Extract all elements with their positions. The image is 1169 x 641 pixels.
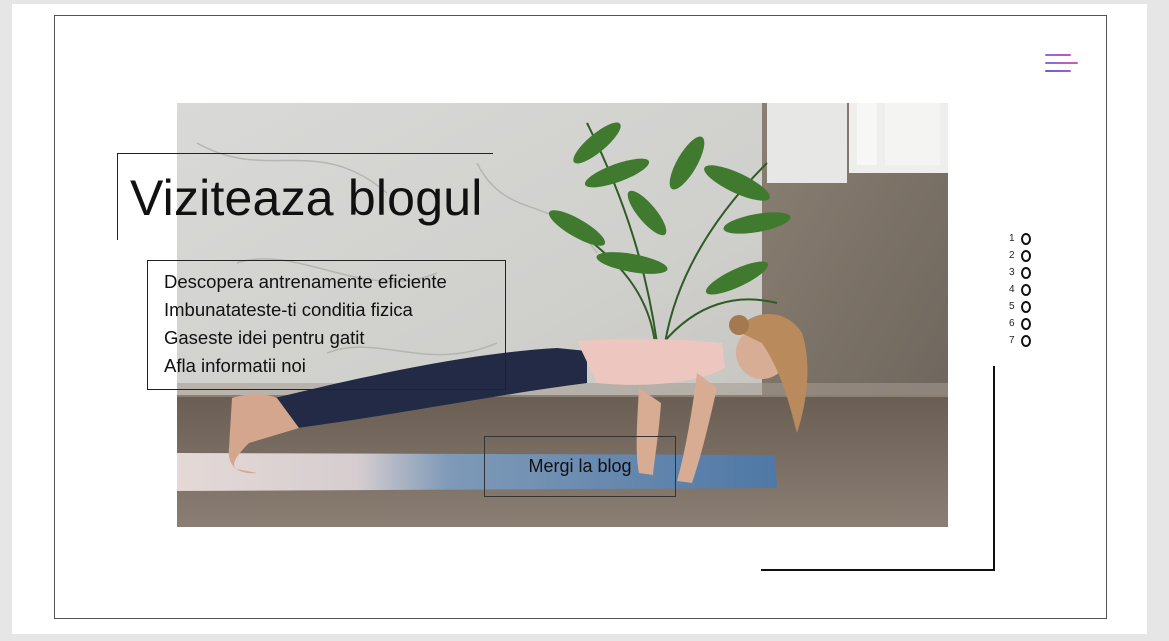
feature-item: Imbunatateste-ti conditia fizica	[164, 299, 413, 320]
pager-item-1[interactable]: 1	[1009, 230, 1039, 247]
pager-item-6[interactable]: 6	[1009, 315, 1039, 332]
pager-dot-icon	[1021, 334, 1031, 347]
feature-list: Descopera antrenamente eficiente Imbunat…	[147, 260, 506, 390]
pager-number: 3	[1009, 267, 1015, 278]
pager-item-7[interactable]: 7	[1009, 332, 1039, 349]
pager-item-2[interactable]: 2	[1009, 247, 1039, 264]
pager-number: 6	[1009, 318, 1015, 329]
slide-pager: 1 2 3 4 5 6 7	[1009, 230, 1039, 349]
pager-dot-icon	[1021, 232, 1031, 245]
feature-item: Afla informatii noi	[164, 355, 306, 376]
decorative-corner-line	[761, 569, 995, 571]
pager-number: 5	[1009, 301, 1015, 312]
go-to-blog-button[interactable]: Mergi la blog	[484, 436, 676, 497]
page-title: Viziteaza blogul	[130, 170, 483, 226]
pager-dot-icon	[1021, 317, 1031, 330]
pager-number: 7	[1009, 335, 1015, 346]
hamburger-menu-icon[interactable]	[1045, 54, 1079, 74]
pager-dot-icon	[1021, 249, 1031, 262]
page: Viziteaza blogul Descopera antrenamente …	[12, 4, 1147, 634]
pager-number: 1	[1009, 233, 1015, 244]
feature-item: Gaseste idei pentru gatit	[164, 327, 365, 348]
pager-item-5[interactable]: 5	[1009, 298, 1039, 315]
pager-dot-icon	[1021, 283, 1031, 296]
pager-item-4[interactable]: 4	[1009, 281, 1039, 298]
pager-number: 2	[1009, 250, 1015, 261]
pager-dot-icon	[1021, 266, 1031, 279]
decorative-corner-line	[993, 366, 995, 571]
pager-item-3[interactable]: 3	[1009, 264, 1039, 281]
feature-item: Descopera antrenamente eficiente	[164, 271, 447, 292]
pager-dot-icon	[1021, 300, 1031, 313]
pager-number: 4	[1009, 284, 1015, 295]
